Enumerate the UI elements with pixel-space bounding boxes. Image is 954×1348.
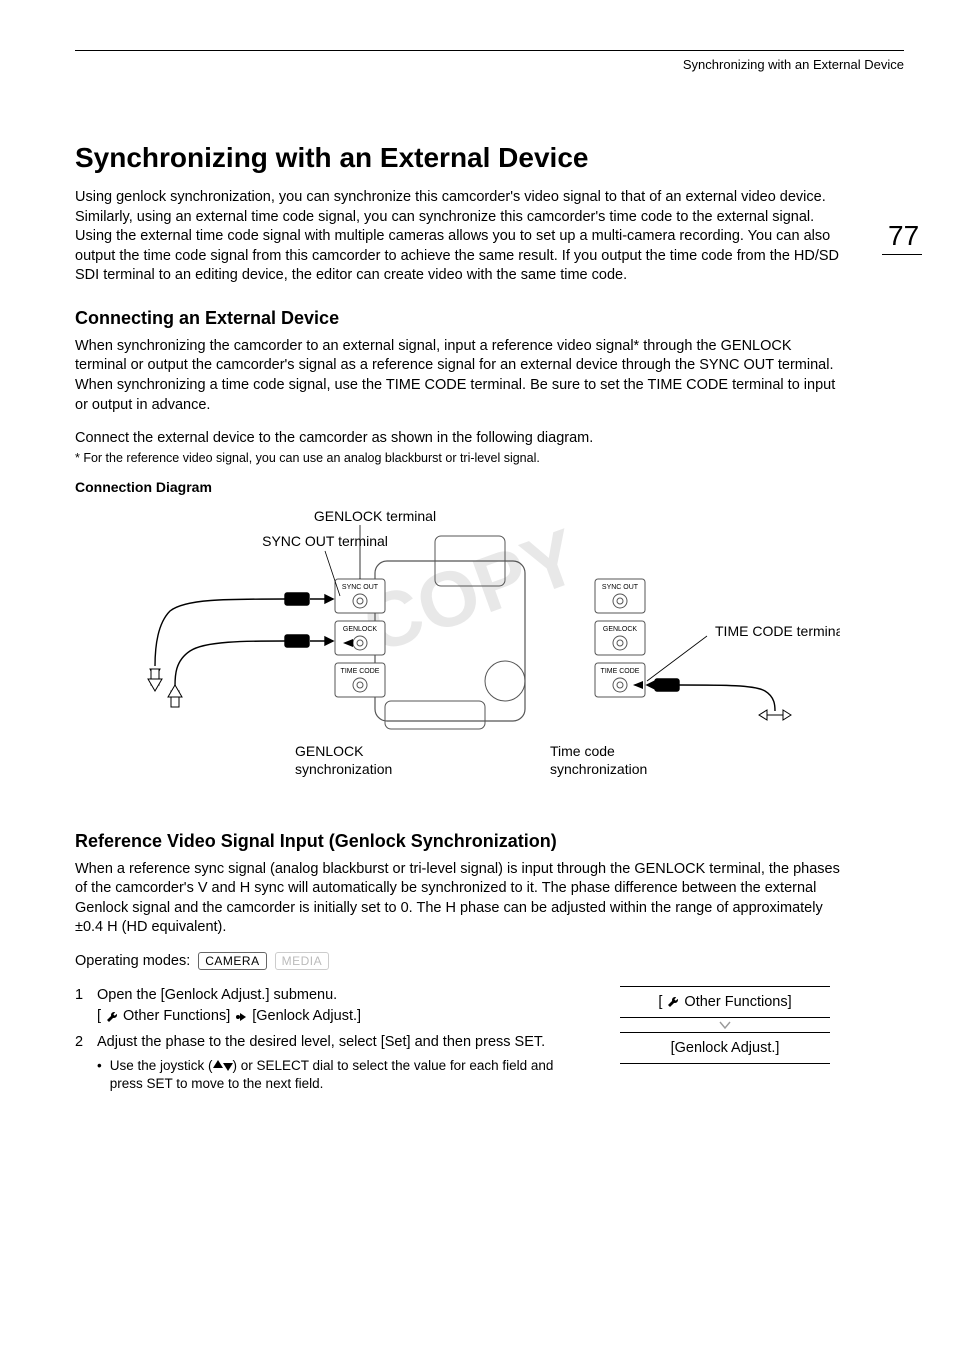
steps-list: 1 Open the [Genlock Adjust.] submenu. [ … bbox=[75, 986, 590, 1099]
caption-genlock-sync-2: synchronization bbox=[295, 761, 392, 777]
cable-right bbox=[647, 679, 775, 711]
step-number-2: 2 bbox=[75, 1033, 89, 1093]
operating-modes-label: Operating modes: bbox=[75, 953, 190, 969]
menu-item-2-label: [Genlock Adjust.] bbox=[671, 1040, 780, 1056]
steps-and-menu: 1 Open the [Genlock Adjust.] submenu. [ … bbox=[75, 986, 840, 1099]
caption-timecode-sync-2: synchronization bbox=[550, 761, 647, 777]
step-1: 1 Open the [Genlock Adjust.] submenu. [ … bbox=[75, 986, 590, 1027]
label-syncout-terminal: SYNC OUT terminal bbox=[262, 533, 388, 549]
menu-connector bbox=[620, 1018, 830, 1032]
double-arrow-right bbox=[759, 710, 791, 720]
step-1-title: Open the [Genlock Adjust.] submenu. bbox=[97, 987, 337, 1003]
section-connecting: Connecting an External Device bbox=[75, 308, 840, 329]
label-timecode-terminal: TIME CODE terminal bbox=[715, 623, 840, 639]
arrows-left bbox=[148, 669, 182, 707]
section-reference-video: Reference Video Signal Input (Genlock Sy… bbox=[75, 831, 840, 852]
document-page: Synchronizing with an External Device 77… bbox=[0, 0, 954, 1348]
step-2-title: Adjust the phase to the desired level, s… bbox=[97, 1034, 545, 1050]
step-number-1: 1 bbox=[75, 986, 89, 1027]
step-1-sub-b: [Genlock Adjust.] bbox=[252, 1007, 361, 1027]
menu-item-1-label: Other Functions] bbox=[684, 994, 791, 1010]
port-label-timecode-left: TIME CODE bbox=[341, 668, 380, 675]
port-label-syncout-right: SYNC OUT bbox=[602, 584, 639, 591]
diagram-svg: COPY GENLOCK terminal SYNC OUT terminal … bbox=[75, 501, 840, 791]
body-a2: When synchronizing a time code signal, u… bbox=[75, 376, 840, 415]
intro-paragraph: Using genlock synchronization, you can s… bbox=[75, 188, 840, 286]
port-label-timecode-right: TIME CODE bbox=[601, 668, 640, 675]
main-content: Synchronizing with an External Device Us… bbox=[75, 142, 840, 1099]
body-a1: When synchronizing the camcorder to an e… bbox=[75, 337, 840, 376]
menu-path-box: [ Other Functions] [Genlock Adjust.] bbox=[620, 986, 830, 1064]
body-a3: Connect the external device to the camco… bbox=[75, 429, 840, 449]
mode-camera-badge: CAMERA bbox=[198, 952, 266, 970]
menu-item-other-functions: [ Other Functions] bbox=[620, 986, 830, 1018]
camcorder-right: SYNC OUT GENLOCK TIME CODE bbox=[595, 561, 707, 721]
wrench-icon bbox=[105, 1010, 119, 1024]
port-label-genlock-left: GENLOCK bbox=[343, 626, 378, 633]
wrench-icon bbox=[666, 995, 680, 1009]
page-number: 77 bbox=[888, 220, 922, 255]
cable-left bbox=[155, 593, 333, 686]
diagram-title: Connection Diagram bbox=[75, 479, 840, 495]
port-label-genlock-right: GENLOCK bbox=[603, 626, 638, 633]
step-1-subline: [ Other Functions] [Genlock Adjust.] bbox=[97, 1007, 361, 1027]
chevron-icon bbox=[234, 1010, 248, 1024]
footnote-a: * For the reference video signal, you ca… bbox=[75, 451, 840, 465]
top-rule bbox=[75, 50, 904, 51]
menu-item-genlock-adjust: [Genlock Adjust.] bbox=[620, 1032, 830, 1064]
label-genlock-terminal: GENLOCK terminal bbox=[314, 508, 436, 524]
connection-diagram: COPY GENLOCK terminal SYNC OUT terminal … bbox=[75, 501, 840, 791]
body-b1: When a reference sync signal (analog bla… bbox=[75, 860, 840, 938]
mode-media-badge: MEDIA bbox=[275, 952, 330, 970]
chevron-down-outline-icon bbox=[718, 1018, 732, 1032]
port-label-syncout-left: SYNC OUT bbox=[342, 584, 379, 591]
page-title: Synchronizing with an External Device bbox=[75, 142, 840, 174]
step-2: 2 Adjust the phase to the desired level,… bbox=[75, 1033, 590, 1093]
step-2-bullet-head: Use the joystick ( bbox=[110, 1058, 213, 1073]
operating-modes-row: Operating modes: CAMERA MEDIA bbox=[75, 952, 840, 970]
running-head: Synchronizing with an External Device bbox=[75, 57, 904, 72]
up-down-triangles-icon bbox=[213, 1060, 233, 1071]
step-1-sub-a: Other Functions] bbox=[123, 1007, 230, 1027]
caption-genlock-sync-1: GENLOCK bbox=[295, 743, 364, 759]
step-2-bullet: • Use the joystick () or SELECT dial to … bbox=[97, 1057, 590, 1093]
caption-timecode-sync-1: Time code bbox=[550, 743, 615, 759]
